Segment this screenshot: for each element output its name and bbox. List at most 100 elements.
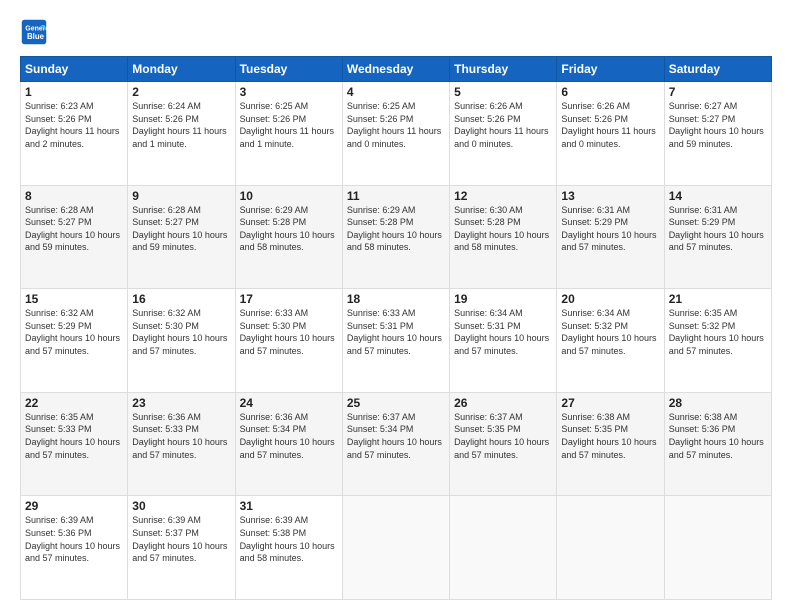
day-number: 17 (240, 292, 338, 306)
calendar-cell (450, 496, 557, 600)
day-info: Sunrise: 6:35 AM Sunset: 5:32 PM Dayligh… (669, 307, 767, 357)
day-info: Sunrise: 6:29 AM Sunset: 5:28 PM Dayligh… (347, 204, 445, 254)
day-number: 24 (240, 396, 338, 410)
calendar-cell: 18 Sunrise: 6:33 AM Sunset: 5:31 PM Dayl… (342, 289, 449, 393)
day-number: 22 (25, 396, 123, 410)
calendar-cell: 9 Sunrise: 6:28 AM Sunset: 5:27 PM Dayli… (128, 185, 235, 289)
day-info: Sunrise: 6:27 AM Sunset: 5:27 PM Dayligh… (669, 100, 767, 150)
day-info: Sunrise: 6:39 AM Sunset: 5:37 PM Dayligh… (132, 514, 230, 564)
svg-text:Blue: Blue (27, 32, 45, 41)
calendar-cell: 23 Sunrise: 6:36 AM Sunset: 5:33 PM Dayl… (128, 392, 235, 496)
day-info: Sunrise: 6:30 AM Sunset: 5:28 PM Dayligh… (454, 204, 552, 254)
day-number: 18 (347, 292, 445, 306)
day-info: Sunrise: 6:32 AM Sunset: 5:29 PM Dayligh… (25, 307, 123, 357)
day-number: 29 (25, 499, 123, 513)
day-info: Sunrise: 6:38 AM Sunset: 5:36 PM Dayligh… (669, 411, 767, 461)
day-number: 3 (240, 85, 338, 99)
calendar-cell: 10 Sunrise: 6:29 AM Sunset: 5:28 PM Dayl… (235, 185, 342, 289)
day-number: 25 (347, 396, 445, 410)
calendar-cell: 2 Sunrise: 6:24 AM Sunset: 5:26 PM Dayli… (128, 82, 235, 186)
calendar-cell: 24 Sunrise: 6:36 AM Sunset: 5:34 PM Dayl… (235, 392, 342, 496)
day-number: 9 (132, 189, 230, 203)
day-number: 28 (669, 396, 767, 410)
day-number: 21 (669, 292, 767, 306)
day-info: Sunrise: 6:26 AM Sunset: 5:26 PM Dayligh… (454, 100, 552, 150)
day-info: Sunrise: 6:39 AM Sunset: 5:38 PM Dayligh… (240, 514, 338, 564)
weekday-header: Monday (128, 57, 235, 82)
calendar-cell: 15 Sunrise: 6:32 AM Sunset: 5:29 PM Dayl… (21, 289, 128, 393)
calendar-cell: 22 Sunrise: 6:35 AM Sunset: 5:33 PM Dayl… (21, 392, 128, 496)
day-info: Sunrise: 6:28 AM Sunset: 5:27 PM Dayligh… (132, 204, 230, 254)
day-info: Sunrise: 6:39 AM Sunset: 5:36 PM Dayligh… (25, 514, 123, 564)
calendar-cell: 21 Sunrise: 6:35 AM Sunset: 5:32 PM Dayl… (664, 289, 771, 393)
day-number: 16 (132, 292, 230, 306)
calendar-cell: 16 Sunrise: 6:32 AM Sunset: 5:30 PM Dayl… (128, 289, 235, 393)
day-info: Sunrise: 6:36 AM Sunset: 5:34 PM Dayligh… (240, 411, 338, 461)
header: General Blue (20, 18, 772, 46)
calendar-cell: 14 Sunrise: 6:31 AM Sunset: 5:29 PM Dayl… (664, 185, 771, 289)
day-number: 27 (561, 396, 659, 410)
calendar-cell: 5 Sunrise: 6:26 AM Sunset: 5:26 PM Dayli… (450, 82, 557, 186)
day-info: Sunrise: 6:29 AM Sunset: 5:28 PM Dayligh… (240, 204, 338, 254)
day-number: 20 (561, 292, 659, 306)
day-number: 15 (25, 292, 123, 306)
calendar-week-row: 22 Sunrise: 6:35 AM Sunset: 5:33 PM Dayl… (21, 392, 772, 496)
day-info: Sunrise: 6:24 AM Sunset: 5:26 PM Dayligh… (132, 100, 230, 150)
calendar-cell: 1 Sunrise: 6:23 AM Sunset: 5:26 PM Dayli… (21, 82, 128, 186)
calendar-cell: 7 Sunrise: 6:27 AM Sunset: 5:27 PM Dayli… (664, 82, 771, 186)
weekday-header: Sunday (21, 57, 128, 82)
weekday-header: Tuesday (235, 57, 342, 82)
calendar-week-row: 29 Sunrise: 6:39 AM Sunset: 5:36 PM Dayl… (21, 496, 772, 600)
calendar-cell (664, 496, 771, 600)
day-info: Sunrise: 6:34 AM Sunset: 5:32 PM Dayligh… (561, 307, 659, 357)
day-number: 13 (561, 189, 659, 203)
calendar-cell: 29 Sunrise: 6:39 AM Sunset: 5:36 PM Dayl… (21, 496, 128, 600)
day-number: 4 (347, 85, 445, 99)
day-info: Sunrise: 6:31 AM Sunset: 5:29 PM Dayligh… (669, 204, 767, 254)
day-number: 10 (240, 189, 338, 203)
day-info: Sunrise: 6:34 AM Sunset: 5:31 PM Dayligh… (454, 307, 552, 357)
weekday-header: Friday (557, 57, 664, 82)
calendar-cell (557, 496, 664, 600)
calendar-cell: 6 Sunrise: 6:26 AM Sunset: 5:26 PM Dayli… (557, 82, 664, 186)
calendar-header-row: SundayMondayTuesdayWednesdayThursdayFrid… (21, 57, 772, 82)
calendar-cell: 20 Sunrise: 6:34 AM Sunset: 5:32 PM Dayl… (557, 289, 664, 393)
day-info: Sunrise: 6:25 AM Sunset: 5:26 PM Dayligh… (240, 100, 338, 150)
calendar-cell: 17 Sunrise: 6:33 AM Sunset: 5:30 PM Dayl… (235, 289, 342, 393)
calendar-cell (342, 496, 449, 600)
calendar-cell: 13 Sunrise: 6:31 AM Sunset: 5:29 PM Dayl… (557, 185, 664, 289)
calendar-cell: 31 Sunrise: 6:39 AM Sunset: 5:38 PM Dayl… (235, 496, 342, 600)
day-number: 8 (25, 189, 123, 203)
day-number: 31 (240, 499, 338, 513)
calendar-week-row: 1 Sunrise: 6:23 AM Sunset: 5:26 PM Dayli… (21, 82, 772, 186)
day-number: 30 (132, 499, 230, 513)
day-number: 12 (454, 189, 552, 203)
calendar-cell: 8 Sunrise: 6:28 AM Sunset: 5:27 PM Dayli… (21, 185, 128, 289)
logo-icon: General Blue (20, 18, 48, 46)
day-number: 2 (132, 85, 230, 99)
calendar-cell: 26 Sunrise: 6:37 AM Sunset: 5:35 PM Dayl… (450, 392, 557, 496)
day-number: 11 (347, 189, 445, 203)
day-info: Sunrise: 6:25 AM Sunset: 5:26 PM Dayligh… (347, 100, 445, 150)
day-number: 7 (669, 85, 767, 99)
calendar-cell: 27 Sunrise: 6:38 AM Sunset: 5:35 PM Dayl… (557, 392, 664, 496)
weekday-header: Wednesday (342, 57, 449, 82)
day-info: Sunrise: 6:35 AM Sunset: 5:33 PM Dayligh… (25, 411, 123, 461)
calendar-cell: 28 Sunrise: 6:38 AM Sunset: 5:36 PM Dayl… (664, 392, 771, 496)
day-info: Sunrise: 6:33 AM Sunset: 5:31 PM Dayligh… (347, 307, 445, 357)
calendar-cell: 11 Sunrise: 6:29 AM Sunset: 5:28 PM Dayl… (342, 185, 449, 289)
logo: General Blue (20, 18, 52, 46)
day-number: 23 (132, 396, 230, 410)
calendar-cell: 4 Sunrise: 6:25 AM Sunset: 5:26 PM Dayli… (342, 82, 449, 186)
calendar-cell: 3 Sunrise: 6:25 AM Sunset: 5:26 PM Dayli… (235, 82, 342, 186)
day-info: Sunrise: 6:33 AM Sunset: 5:30 PM Dayligh… (240, 307, 338, 357)
day-number: 14 (669, 189, 767, 203)
day-info: Sunrise: 6:37 AM Sunset: 5:34 PM Dayligh… (347, 411, 445, 461)
day-info: Sunrise: 6:26 AM Sunset: 5:26 PM Dayligh… (561, 100, 659, 150)
calendar-table: SundayMondayTuesdayWednesdayThursdayFrid… (20, 56, 772, 600)
day-number: 19 (454, 292, 552, 306)
day-info: Sunrise: 6:31 AM Sunset: 5:29 PM Dayligh… (561, 204, 659, 254)
day-info: Sunrise: 6:38 AM Sunset: 5:35 PM Dayligh… (561, 411, 659, 461)
day-info: Sunrise: 6:32 AM Sunset: 5:30 PM Dayligh… (132, 307, 230, 357)
calendar-cell: 12 Sunrise: 6:30 AM Sunset: 5:28 PM Dayl… (450, 185, 557, 289)
